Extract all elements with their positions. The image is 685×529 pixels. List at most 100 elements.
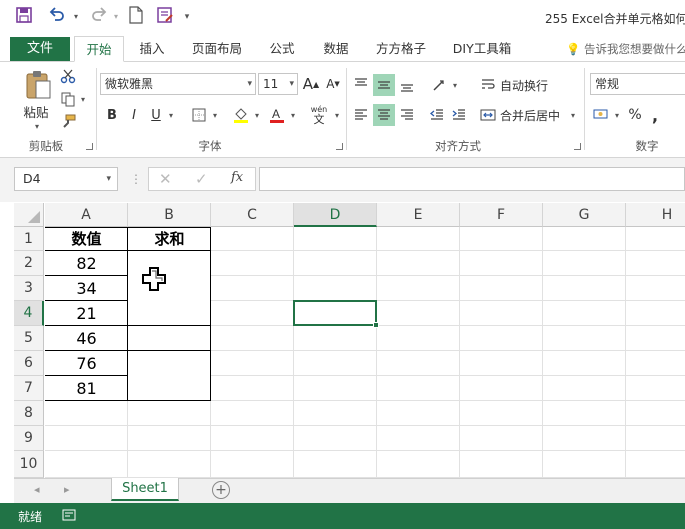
accounting-format-icon[interactable]	[590, 104, 612, 126]
increase-indent-icon[interactable]	[448, 104, 470, 126]
cell-a3[interactable]: 34	[45, 276, 128, 301]
italic-button[interactable]: I	[124, 104, 144, 126]
fill-color-icon[interactable]	[230, 104, 252, 126]
tell-me-search[interactable]: 💡 告诉我您想要做什么	[566, 36, 685, 62]
formula-input[interactable]	[259, 167, 685, 191]
wrap-text-button[interactable]: 自动换行	[480, 74, 570, 96]
column-header-d[interactable]: D	[294, 203, 377, 227]
paste-icon[interactable]	[18, 68, 58, 102]
merge-dropdown-icon[interactable]: ▾	[568, 104, 578, 126]
format-painter-icon[interactable]	[58, 113, 78, 131]
paste-button[interactable]: 粘贴	[18, 102, 54, 120]
save-icon[interactable]	[12, 6, 36, 28]
copy-icon[interactable]	[58, 90, 78, 108]
scroll-sheets-left-icon[interactable]: ◂	[34, 483, 40, 496]
sheet-tab-sheet1[interactable]: Sheet1	[111, 478, 179, 501]
cancel-icon[interactable]: ✕	[159, 170, 172, 188]
row-header-7[interactable]: 7	[14, 376, 44, 401]
redo-dropdown-icon[interactable]: ▾	[110, 6, 122, 28]
tab-page-layout[interactable]: 页面布局	[184, 36, 250, 62]
font-launcher-icon[interactable]	[336, 143, 343, 150]
number-format-select[interactable]: 常规	[590, 73, 685, 95]
clipboard-launcher-icon[interactable]	[86, 143, 93, 150]
tab-formulas[interactable]: 公式	[262, 36, 302, 62]
increase-font-size-button[interactable]: A ▲	[302, 73, 320, 95]
font-size-select[interactable]: 11 ▾	[258, 73, 298, 95]
fill-handle[interactable]	[373, 322, 379, 328]
bold-button[interactable]: B	[102, 104, 122, 126]
select-all-corner[interactable]	[14, 203, 44, 227]
align-right-icon[interactable]	[396, 104, 418, 126]
active-cell-d4[interactable]	[293, 300, 377, 326]
copy-dropdown-icon[interactable]: ▾	[78, 90, 88, 108]
column-header-h[interactable]: H	[626, 203, 685, 227]
underline-dropdown-icon[interactable]: ▾	[166, 104, 176, 126]
column-header-e[interactable]: E	[377, 203, 460, 227]
font-name-select[interactable]: 微软雅黑 ▾	[100, 73, 256, 95]
row-header-2[interactable]: 2	[14, 251, 44, 276]
font-color-icon[interactable]: A	[266, 104, 288, 126]
orientation-dropdown-icon[interactable]: ▾	[450, 74, 460, 96]
row-header-6[interactable]: 6	[14, 351, 44, 376]
column-header-f[interactable]: F	[460, 203, 543, 227]
cell-a1[interactable]: 数值	[45, 227, 128, 251]
cell-b5[interactable]	[128, 326, 211, 351]
font-color-dropdown-icon[interactable]: ▾	[288, 104, 298, 126]
worksheet-grid[interactable]: ABCDEFGH 1 2 3 4 5 6 7 8 9 10 数值 求和 82 34 21 46 7…	[14, 203, 685, 478]
row-header-4[interactable]: 4	[14, 301, 44, 326]
align-left-icon[interactable]	[350, 104, 372, 126]
row-header-10[interactable]: 10	[14, 451, 44, 478]
customize-toolbar-icon[interactable]: ▾	[180, 6, 194, 28]
phonetic-guide-button[interactable]: wén 文	[306, 102, 332, 128]
percent-style-button[interactable]: %	[625, 104, 645, 126]
undo-icon[interactable]	[44, 6, 70, 28]
borders-icon[interactable]	[188, 104, 210, 126]
cell-a2[interactable]: 82	[45, 251, 128, 276]
merged-cell-b6-b7[interactable]	[128, 351, 211, 401]
underline-button[interactable]: U	[146, 104, 166, 126]
tab-data[interactable]: 数据	[314, 36, 358, 62]
tab-home[interactable]: 开始	[74, 36, 124, 62]
undo-dropdown-icon[interactable]: ▾	[70, 6, 82, 28]
row-header-8[interactable]: 8	[14, 401, 44, 426]
cell-a7[interactable]: 81	[45, 376, 128, 401]
tab-diy-toolbox[interactable]: DIY工具箱	[446, 36, 518, 62]
column-header-g[interactable]: G	[543, 203, 626, 227]
tab-insert[interactable]: 插入	[130, 36, 174, 62]
decrease-font-size-button[interactable]: A ▼	[324, 73, 342, 95]
new-document-icon[interactable]	[124, 6, 148, 28]
row-header-3[interactable]: 3	[14, 276, 44, 301]
row-header-5[interactable]: 5	[14, 326, 44, 351]
merge-center-button[interactable]: 合并后居中	[480, 104, 566, 126]
column-header-a[interactable]: A	[45, 203, 128, 227]
enter-icon[interactable]: ✓	[195, 170, 208, 188]
cell-a6[interactable]: 76	[45, 351, 128, 376]
redo-icon[interactable]	[86, 6, 112, 28]
insert-function-icon[interactable]: fx	[231, 170, 243, 185]
cell-b1[interactable]: 求和	[128, 227, 211, 251]
formula-bar-grip-icon[interactable]: ⋮	[130, 170, 142, 188]
align-center-icon[interactable]	[373, 104, 395, 126]
orientation-icon[interactable]	[428, 74, 450, 96]
decrease-indent-icon[interactable]	[426, 104, 448, 126]
comma-style-button[interactable]: ,	[648, 104, 662, 126]
scroll-sheets-right-icon[interactable]: ▸	[64, 483, 70, 496]
cell-a5[interactable]: 46	[45, 326, 128, 351]
form-edit-icon[interactable]	[153, 6, 177, 28]
column-header-c[interactable]: C	[211, 203, 294, 227]
align-bottom-icon[interactable]	[396, 74, 418, 96]
tab-fangfang-gezi[interactable]: 方方格子	[370, 36, 432, 62]
macro-record-icon[interactable]	[62, 508, 76, 525]
row-header-9[interactable]: 9	[14, 426, 44, 451]
cut-icon[interactable]	[58, 67, 78, 85]
add-sheet-icon[interactable]: +	[212, 481, 230, 499]
phonetic-dropdown-icon[interactable]: ▾	[332, 104, 342, 126]
name-box[interactable]: D4 ▾	[14, 167, 118, 191]
row-header-1[interactable]: 1	[14, 227, 44, 251]
paste-dropdown-icon[interactable]: ▾	[30, 120, 44, 132]
column-header-b[interactable]: B	[128, 203, 211, 227]
borders-dropdown-icon[interactable]: ▾	[210, 104, 220, 126]
align-middle-icon[interactable]	[373, 74, 395, 96]
fill-color-dropdown-icon[interactable]: ▾	[252, 104, 262, 126]
alignment-launcher-icon[interactable]	[574, 143, 581, 150]
